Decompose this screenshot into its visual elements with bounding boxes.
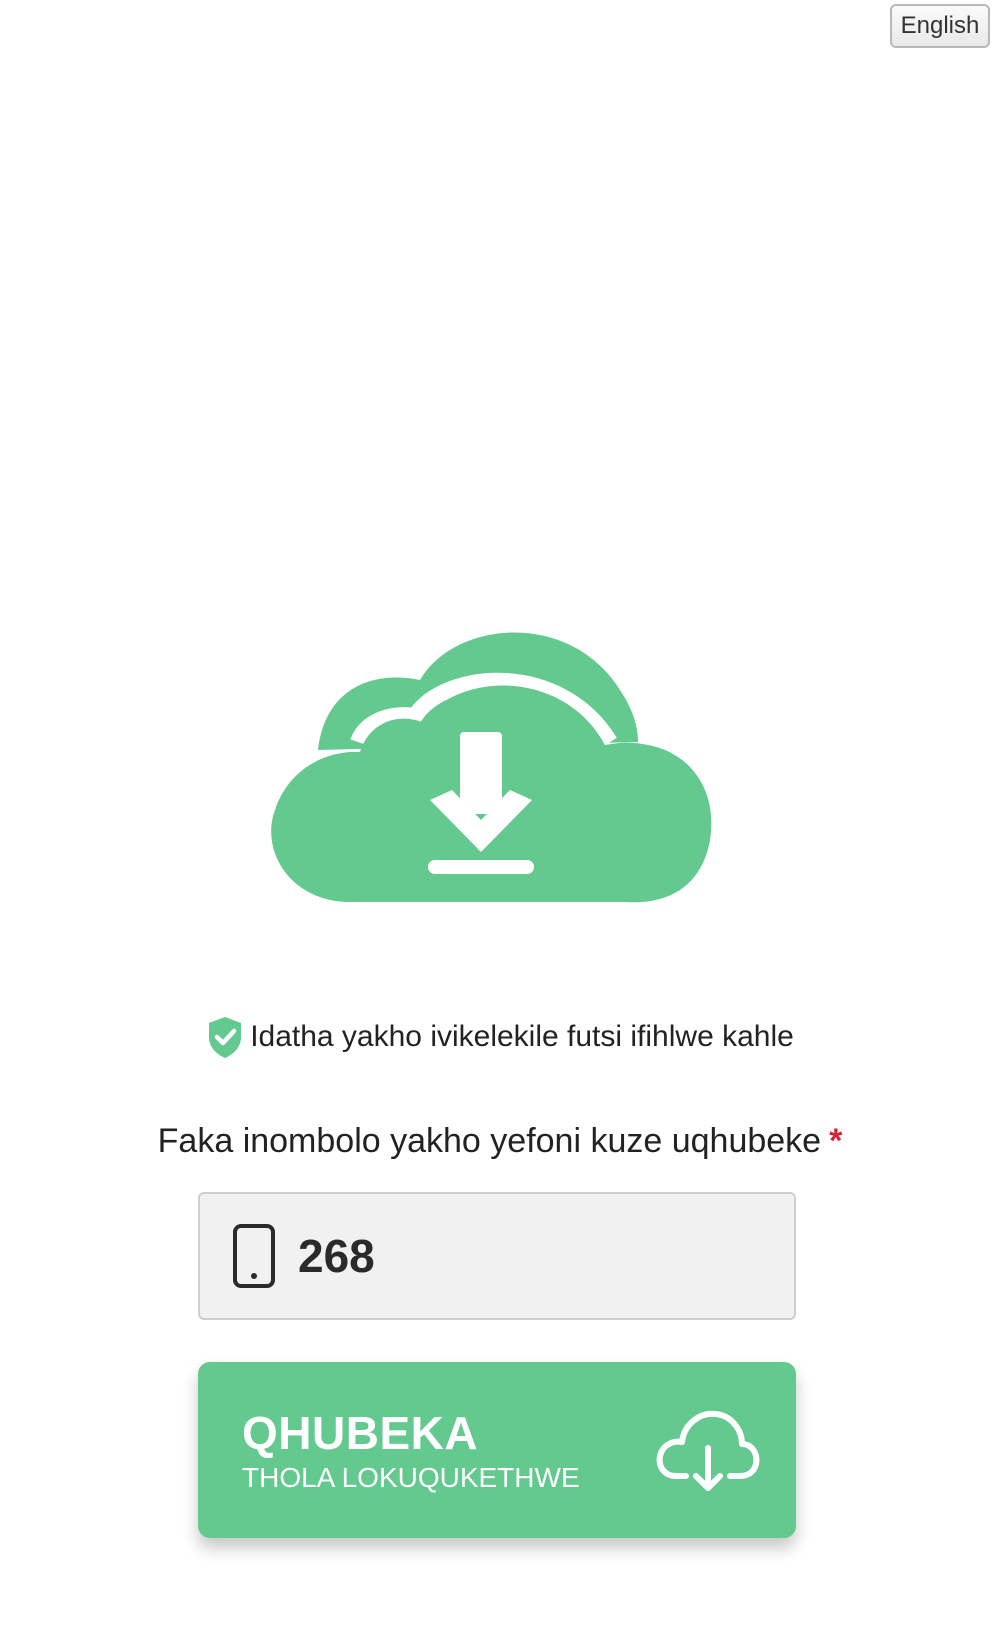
page: English Idatha yakho ivikelekile futsi i… bbox=[0, 0, 1000, 1640]
phone-prompt-text: Faka inombolo yakho yefoni kuze uqhubeke bbox=[157, 1122, 822, 1160]
continue-button-title: QHUBEKA bbox=[242, 1407, 479, 1459]
required-mark: * bbox=[829, 1122, 843, 1160]
phone-input[interactable] bbox=[298, 1229, 768, 1283]
cloud-download-outline-icon bbox=[656, 1410, 760, 1491]
phone-field[interactable] bbox=[198, 1192, 796, 1320]
cloud-download-icon bbox=[271, 632, 712, 903]
continue-button-subtitle: THOLA LOKUQUKETHWE bbox=[242, 1462, 580, 1493]
security-note: Idatha yakho ivikelekile futsi ifihlwe k… bbox=[0, 1015, 1000, 1059]
language-button[interactable]: English bbox=[890, 4, 990, 48]
security-note-text: Idatha yakho ivikelekile futsi ifihlwe k… bbox=[250, 1020, 794, 1053]
continue-button[interactable]: QHUBEKA THOLA LOKUQUKETHWE bbox=[198, 1362, 796, 1538]
mobile-phone-icon bbox=[233, 1224, 275, 1288]
phone-prompt: Faka inombolo yakho yefoni kuze uqhubeke… bbox=[0, 1122, 1000, 1161]
shield-check-icon bbox=[209, 1017, 242, 1058]
